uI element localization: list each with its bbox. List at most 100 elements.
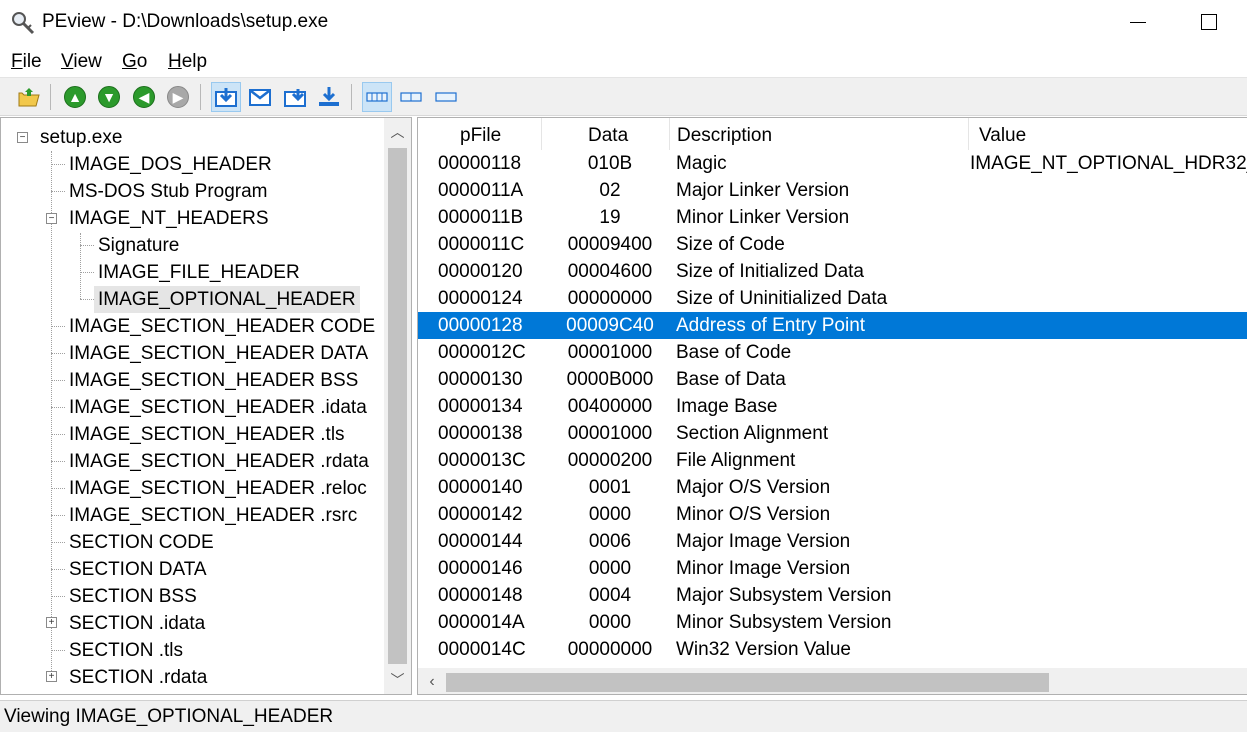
detail-list[interactable]: pFile Data Description Value 00000118 010… [417,117,1247,695]
cell-description: File Alignment [676,450,796,471]
list-row[interactable]: 00000140 0001 Major O/S Version [418,474,1247,501]
tree-item[interactable]: SECTION .idata [69,610,205,637]
list-mode-2-button[interactable] [396,82,426,112]
collapse-toggle-icon[interactable]: − [17,132,28,143]
cell-data: 0000 [588,612,632,633]
open-folder-icon [18,88,40,107]
tree-item[interactable]: SECTION .tls [69,637,183,664]
view-word-button[interactable] [245,82,275,112]
tree-item[interactable]: IMAGE_SECTION_HEADER .reloc [69,475,367,502]
scroll-left-icon[interactable]: ‹ [418,668,446,694]
list-row[interactable]: 00000120 00004600 Size of Initialized Data [418,258,1247,285]
cell-description: Major Subsystem Version [676,585,892,606]
tree-item[interactable]: MS-DOS Stub Program [69,178,268,205]
scroll-up-icon[interactable]: ︿ [384,118,411,146]
view-qword-button[interactable] [314,82,344,112]
list-row[interactable]: 00000130 0000B000 Base of Data [418,366,1247,393]
menu-go[interactable]: Go [122,51,147,73]
tree-item[interactable]: SECTION .rdata [69,664,207,691]
list-row[interactable]: 00000146 0000 Minor Image Version [418,555,1247,582]
open-folder-button[interactable] [14,82,44,112]
list-row[interactable]: 00000124 00000000 Size of Uninitialized Da… [418,285,1247,312]
cell-data: 00009C40 [566,315,654,336]
tree-item[interactable]: IMAGE_SECTION_HEADER BSS [69,367,358,394]
list-row[interactable]: 00000134 00400000 Image Base [418,393,1247,420]
toolbar: ▲ ▼ ◀ ▶ [0,78,1247,116]
scrollbar-thumb[interactable] [388,148,407,664]
scrollbar-thumb[interactable] [446,673,1049,692]
tree-item[interactable]: IMAGE_SECTION_HEADER CODE [69,313,375,340]
cell-pfile: 0000014C [438,639,526,660]
cell-value: IMAGE_NT_OPTIONAL_HDR32_ [970,153,1247,174]
list-row[interactable]: 00000118 010B Magic IMAGE_NT_OPTIONAL_HDR32… [418,150,1247,177]
list-mode-3-button[interactable] [431,82,461,112]
view-word-icon [249,89,271,106]
cell-data: 00400000 [567,396,653,417]
tree-item[interactable]: SECTION CODE [69,529,214,556]
tree-item[interactable]: SECTION BSS [69,583,197,610]
menu-help[interactable]: Help [168,51,207,73]
list-row[interactable]: 0000011C 00009400 Size of Code [418,231,1247,258]
cell-data: 00001000 [567,423,653,444]
list-row[interactable]: 0000011A 02 Major Linker Version [418,177,1247,204]
column-header-data[interactable]: Data [542,118,670,150]
tree-item[interactable]: IMAGE_SECTION_HEADER .rdata [69,448,369,475]
expand-toggle-icon[interactable]: + [46,671,57,682]
menu-help-label: elp [181,51,208,72]
maximize-button[interactable] [1201,14,1217,30]
column-header-description[interactable]: Description [670,118,969,150]
cell-pfile: 00000130 [438,369,523,390]
list-row[interactable]: 0000014C 00000000 Win32 Version Value [418,636,1247,663]
tree-item[interactable]: IMAGE_FILE_HEADER [98,259,300,286]
list-row[interactable]: 00000142 0000 Minor O/S Version [418,501,1247,528]
go-back-button[interactable]: ◀ [129,82,159,112]
go-forward-button[interactable]: ▶ [163,82,193,112]
tree-item[interactable]: IMAGE_SECTION_HEADER .tls [69,421,345,448]
tree-item-selected[interactable]: IMAGE_OPTIONAL_HEADER [94,286,360,313]
cell-description: Minor Subsystem Version [676,612,892,633]
cell-data: 0004 [588,585,632,606]
cell-data: 00009400 [567,234,653,255]
collapse-toggle-icon[interactable]: − [46,213,57,224]
go-back-icon: ◀ [133,86,155,108]
menu-view[interactable]: View [61,51,102,73]
expand-toggle-icon[interactable]: + [46,617,57,628]
go-up-button[interactable]: ▲ [60,82,90,112]
tree-connector [51,488,65,489]
cell-pfile: 00000148 [438,585,523,606]
tree-item[interactable]: IMAGE_DOS_HEADER [69,151,272,178]
toolbar-separator [200,84,201,110]
column-header-value[interactable]: Value [969,118,1247,150]
tree-item[interactable]: IMAGE_NT_HEADERS [69,205,269,232]
tree-view[interactable]: − − + + setup.exe IMAGE_DOS_HEADER MS-DO… [0,117,412,695]
list-row[interactable]: 0000014A 0000 Minor Subsystem Version [418,609,1247,636]
list-mode-2-icon [400,92,422,102]
cell-description: Minor Image Version [676,558,851,579]
tree-item[interactable]: IMAGE_SECTION_HEADER DATA [69,340,368,367]
tree-vertical-scrollbar[interactable]: ︿ ﹀ [384,118,411,694]
tree-item-root[interactable]: setup.exe [40,124,122,151]
tree-item[interactable]: SECTION DATA [69,556,207,583]
list-row[interactable]: 0000012C 00001000 Base of Code [418,339,1247,366]
minimize-button[interactable] [1130,22,1146,23]
list-row[interactable]: 00000148 0004 Major Subsystem Version [418,582,1247,609]
list-row-selected[interactable]: 00000128 00009C40 Address of Entry Point [418,312,1247,339]
view-byte-button[interactable] [211,82,241,112]
tree-item[interactable]: IMAGE_SECTION_HEADER .idata [69,394,367,421]
list-mode-1-button[interactable] [362,82,392,112]
tree-connector [51,515,65,516]
go-down-button[interactable]: ▼ [94,82,124,112]
list-row[interactable]: 0000011B 19 Minor Linker Version [418,204,1247,231]
scroll-down-icon[interactable]: ﹀ [384,666,411,694]
cell-data: 00000000 [567,639,653,660]
list-horizontal-scrollbar[interactable]: ‹ [418,668,1247,694]
view-dword-button[interactable] [280,82,310,112]
menu-file[interactable]: File [11,51,42,73]
list-row[interactable]: 00000144 0006 Major Image Version [418,528,1247,555]
list-row[interactable]: 0000013C 00000200 File Alignment [418,447,1247,474]
tree-item[interactable]: Signature [98,232,179,259]
cell-description: Section Alignment [676,423,829,444]
list-row[interactable]: 00000138 00001000 Section Alignment [418,420,1247,447]
column-header-pfile[interactable]: pFile [418,118,542,150]
tree-item[interactable]: IMAGE_SECTION_HEADER .rsrc [69,502,357,529]
